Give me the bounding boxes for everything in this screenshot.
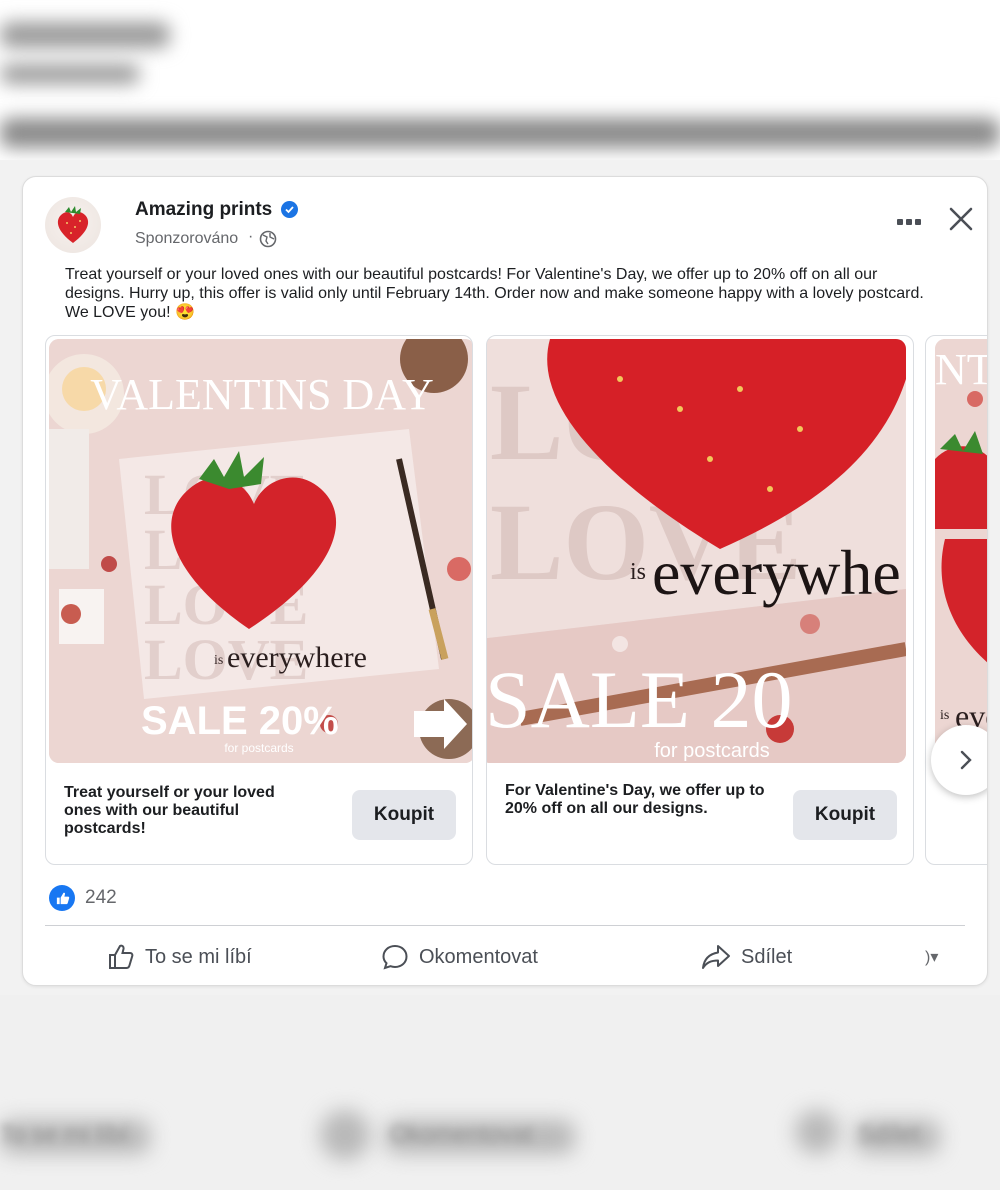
image-title: VALENTINS DAY bbox=[90, 370, 433, 419]
blurred-previous-post bbox=[0, 0, 1000, 160]
share-label: Sdílet bbox=[741, 945, 793, 968]
profile-switcher[interactable]: )▾ bbox=[925, 947, 938, 967]
more-options-icon[interactable] bbox=[897, 217, 923, 227]
buy-button[interactable]: Koupit bbox=[793, 790, 897, 840]
image-sub: for postcards bbox=[654, 740, 770, 762]
image-sale: SALE 20% bbox=[141, 699, 339, 743]
comment-button[interactable]: Okomentovat bbox=[381, 937, 538, 977]
like-reaction-icon bbox=[49, 885, 75, 911]
image-title: NT bbox=[935, 345, 988, 394]
thumbs-up-icon bbox=[109, 944, 134, 969]
verified-badge-icon bbox=[281, 201, 298, 218]
sponsored-label[interactable]: Sponzorováno bbox=[135, 230, 238, 248]
strawberry-heart-avatar bbox=[57, 206, 89, 243]
share-button[interactable]: Sdílet bbox=[701, 937, 792, 977]
image-sub: for postcards bbox=[224, 741, 293, 755]
globe-icon[interactable] bbox=[259, 230, 277, 248]
reaction-count[interactable]: 242 bbox=[85, 887, 117, 909]
card-caption[interactable]: Treat yourself or your loved ones with o… bbox=[64, 784, 314, 838]
meta-separator: · bbox=[248, 228, 254, 245]
carousel-card[interactable]: LOVE LOVE LOVE LOVE VALENTINS DAY is eve… bbox=[45, 335, 473, 865]
carousel-image[interactable]: LOVE LOVE LOVE LOVE VALENTINS DAY is eve… bbox=[49, 339, 472, 763]
blurred-comment-label: Okomentovat bbox=[390, 1121, 533, 1148]
page-name[interactable]: Amazing prints bbox=[135, 199, 272, 221]
close-icon[interactable] bbox=[945, 203, 977, 235]
image-is: is bbox=[940, 708, 949, 723]
blurred-share-label: Sdílet bbox=[858, 1121, 920, 1148]
card-caption[interactable]: For Valentine's Day, we offer up to 20% … bbox=[505, 782, 777, 818]
image-everywhere: everywhere bbox=[227, 641, 367, 674]
post-body-text: Treat yourself or your loved ones with o… bbox=[65, 266, 924, 321]
chevron-right-icon bbox=[960, 750, 972, 770]
carousel-image[interactable]: NT is eve bbox=[935, 339, 988, 763]
blurred-next-post: To se mi líbí Okomentovat Sdílet bbox=[0, 995, 1000, 1190]
post-header: Amazing prints Sponzorováno · bbox=[45, 197, 973, 253]
carousel-image[interactable]: LOVE LOVE is everywhe SALE 20 for postca… bbox=[486, 339, 906, 763]
buy-button[interactable]: Koupit bbox=[352, 790, 456, 840]
image-sale: SALE 20 bbox=[486, 654, 793, 745]
post-actions: To se mi líbí Okomentovat Sdílet )▾ bbox=[45, 937, 965, 977]
divider bbox=[45, 925, 965, 926]
comment-label: Okomentovat bbox=[419, 945, 538, 968]
reactions-summary[interactable]: 242 bbox=[49, 883, 117, 913]
image-is: is bbox=[630, 559, 646, 585]
like-button[interactable]: To se mi líbí bbox=[107, 937, 252, 977]
page-avatar[interactable] bbox=[45, 197, 101, 253]
sponsored-post: Amazing prints Sponzorováno · Treat your… bbox=[22, 176, 988, 986]
comment-icon bbox=[382, 944, 408, 970]
carousel-card[interactable]: LOVE LOVE is everywhe SALE 20 for postca… bbox=[486, 335, 914, 865]
image-everywhere: everywhe bbox=[652, 537, 901, 608]
ad-carousel[interactable]: LOVE LOVE LOVE LOVE VALENTINS DAY is eve… bbox=[45, 335, 988, 867]
blurred-like-label: To se mi líbí bbox=[0, 1121, 129, 1148]
image-is: is bbox=[214, 653, 223, 668]
share-icon bbox=[702, 945, 730, 969]
like-label: To se mi líbí bbox=[145, 945, 252, 968]
